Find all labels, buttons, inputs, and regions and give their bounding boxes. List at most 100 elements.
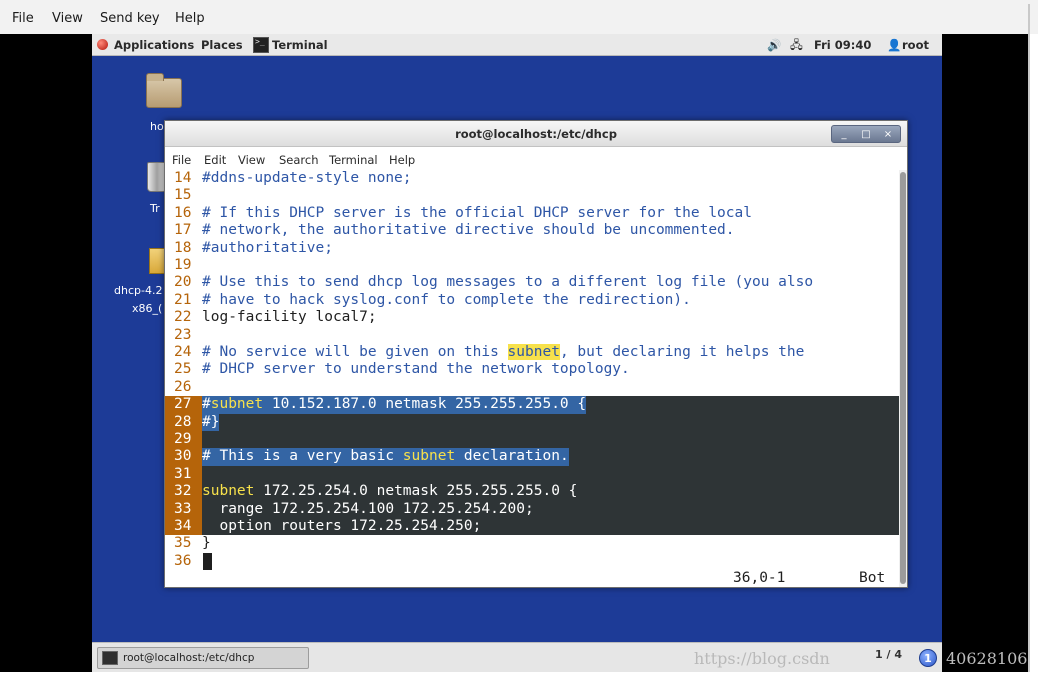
- search-match: subnet: [402, 448, 456, 465]
- terminal-menu-edit[interactable]: Edit: [204, 153, 226, 167]
- line-text-pre: #: [202, 396, 211, 413]
- taskbar-item-label: root@localhost:/etc/dhcp: [123, 652, 255, 664]
- user-icon: 👤: [887, 38, 902, 52]
- file-label-line2: x86_(: [132, 302, 163, 315]
- line-text: # If this DHCP server is the official DH…: [202, 204, 752, 221]
- close-button[interactable]: ×: [878, 128, 898, 141]
- line-number: 15: [174, 187, 192, 204]
- viewer-menubar: File View Send key Help: [0, 0, 1038, 34]
- terminal-menu-view[interactable]: View: [238, 153, 265, 167]
- line-number: 26: [174, 378, 192, 395]
- code-line: 29: [165, 431, 899, 448]
- line-text: # No service will be given on this subne…: [202, 344, 804, 361]
- code-line: 18 #authoritative;: [165, 240, 899, 257]
- viewer-menu-file[interactable]: File: [12, 11, 34, 26]
- line-number: 20: [174, 274, 192, 291]
- line-number: 19: [174, 257, 192, 273]
- line-text: #authoritative;: [202, 239, 333, 256]
- line-number: 35: [174, 535, 192, 552]
- clock[interactable]: Fri 09:40: [814, 38, 871, 52]
- text-cursor: [203, 553, 212, 570]
- terminal-scrollbar[interactable]: [899, 170, 907, 587]
- line-number: 25: [174, 361, 192, 378]
- line-number: 16: [174, 204, 192, 221]
- window-controls: _ □ ×: [831, 125, 901, 143]
- guest-desktop: Applications Places Terminal 🔊 🖧 Fri 09:…: [92, 34, 942, 672]
- line-number: 32: [174, 483, 192, 500]
- code-line: 24 # No service will be given on this sub…: [165, 344, 899, 361]
- search-match: subnet: [210, 396, 264, 413]
- viewer-edge: [1028, 4, 1030, 674]
- line-number: 21: [174, 291, 192, 308]
- taskbar-terminal-item[interactable]: root@localhost:/etc/dhcp: [97, 647, 309, 669]
- search-match: subnet: [507, 344, 560, 360]
- line-number: 23: [174, 326, 192, 343]
- file-label-line1: dhcp-4.2: [114, 284, 163, 297]
- minimize-button[interactable]: _: [834, 128, 854, 141]
- line-text: # network, the authoritative directive s…: [202, 222, 735, 239]
- line-text-post: 172.25.254.0 netmask 255.255.255.0 {: [254, 483, 578, 500]
- line-text: # This is a very basic subnet declaratio…: [202, 448, 569, 466]
- code-line: 14 #ddns-update-style none;: [165, 170, 899, 187]
- trash-label: Tr: [150, 202, 160, 215]
- terminal-launcher[interactable]: Terminal: [272, 38, 328, 52]
- code-line: 23: [165, 327, 899, 344]
- terminal-window: root@localhost:/etc/dhcp _ □ × File Edit…: [164, 120, 908, 588]
- line-number: 30: [174, 448, 192, 465]
- code-line: 21 # have to hack syslog.conf to complete…: [165, 292, 899, 309]
- terminal-menu-file[interactable]: File: [172, 153, 191, 167]
- places-menu[interactable]: Places: [201, 38, 243, 52]
- code-line: 31: [165, 466, 899, 483]
- maximize-button[interactable]: □: [856, 128, 876, 141]
- applications-menu[interactable]: Applications: [114, 38, 194, 52]
- line-number: 28: [174, 413, 192, 430]
- line-text-post: , but declaring it helps the: [559, 344, 805, 360]
- viewer-menu-help[interactable]: Help: [175, 11, 205, 26]
- viewer-bottom-edge: [0, 672, 1038, 680]
- line-text: # DHCP server to understand the network …: [202, 361, 630, 378]
- network-icon[interactable]: 🖧: [790, 38, 803, 57]
- line-number: 18: [174, 239, 192, 256]
- code-line: 22 log-facility local7;: [165, 309, 899, 326]
- line-text: subnet 172.25.254.0 netmask 255.255.255.…: [202, 483, 577, 500]
- line-number: 29: [174, 431, 192, 447]
- line-text: option routers 172.25.254.250;: [202, 518, 482, 534]
- code-line: 35}: [165, 535, 899, 552]
- line-number: 34: [174, 518, 192, 534]
- code-line: 28 #}: [165, 413, 899, 431]
- viewer-menu-view[interactable]: View: [52, 11, 83, 26]
- terminal-text-area[interactable]: 14 #ddns-update-style none; 15 16 # If thi…: [165, 170, 899, 587]
- code-line: 20 # Use this to send dhcp log messages t…: [165, 274, 899, 291]
- terminal-titlebar[interactable]: root@localhost:/etc/dhcp _ □ ×: [165, 121, 907, 147]
- terminal-menu-help[interactable]: Help: [389, 153, 415, 167]
- viewer-right-margin: [942, 34, 1028, 672]
- line-text: # have to hack syslog.conf to complete t…: [202, 291, 691, 308]
- scrollbar-thumb[interactable]: [900, 172, 906, 584]
- terminal-icon: [253, 37, 269, 53]
- line-number: 24: [174, 344, 192, 360]
- line-number: 22: [174, 309, 192, 326]
- workspace-pager[interactable]: 1 / 4: [875, 648, 902, 661]
- line-text: log-facility local7;: [202, 309, 377, 326]
- volume-icon[interactable]: 🔊: [767, 38, 781, 52]
- terminal-menu-search[interactable]: Search: [279, 153, 319, 167]
- code-line: 19: [165, 257, 899, 274]
- code-line: 17 # network, the authoritative directive…: [165, 222, 899, 239]
- line-text: #subnet 10.152.187.0 netmask 255.255.255…: [202, 396, 587, 414]
- notification-badge[interactable]: 1: [919, 649, 937, 667]
- viewer-menu-send-key[interactable]: Send key: [100, 11, 160, 26]
- code-line: 25 # DHCP server to understand the networ…: [165, 361, 899, 378]
- code-line: 26: [165, 379, 899, 396]
- line-text-post: 10.152.187.0 netmask 255.255.255.0 {: [263, 396, 587, 413]
- line-number: 27: [174, 396, 192, 413]
- code-line: 32 subnet 172.25.254.0 netmask 255.255.25…: [165, 483, 899, 500]
- search-match: subnet: [202, 483, 255, 500]
- code-line: 33 range 172.25.254.100 172.25.254.200;: [165, 501, 899, 518]
- line-text: }: [202, 535, 211, 552]
- home-folder-icon[interactable]: [146, 73, 182, 108]
- scroll-position-status: Bot: [859, 570, 886, 586]
- line-text: range 172.25.254.100 172.25.254.200;: [202, 500, 534, 517]
- terminal-menu-terminal[interactable]: Terminal: [329, 153, 378, 167]
- user-menu[interactable]: root: [902, 38, 929, 52]
- watermark-suffix: 40628106: [946, 649, 1028, 668]
